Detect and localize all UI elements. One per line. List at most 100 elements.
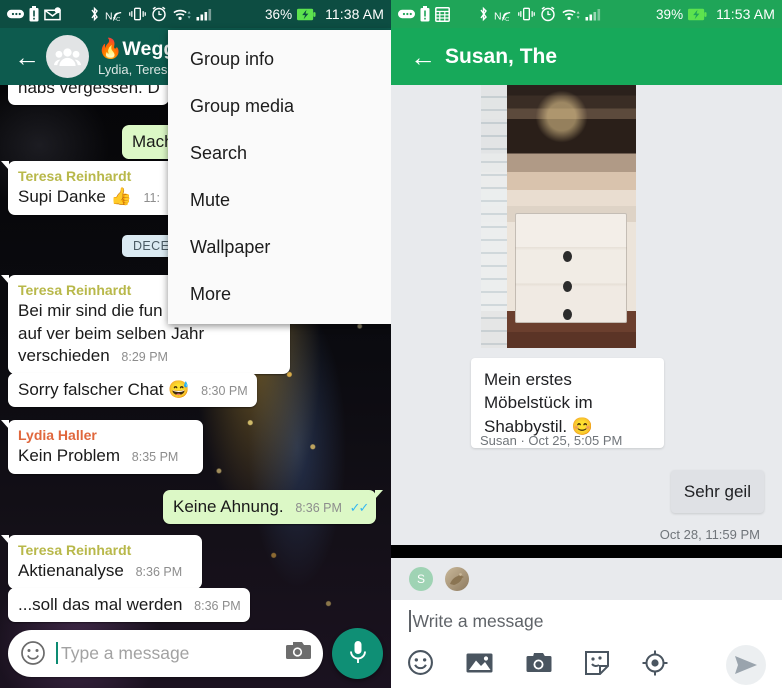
sticker-icon[interactable]	[584, 650, 610, 681]
avatar[interactable]	[445, 567, 469, 591]
battery-percent-right: 39%	[656, 6, 684, 22]
menu-item-search[interactable]: Search	[168, 130, 391, 177]
whatsapp-overflow-menu[interactable]: Group info Group media Search Mute Wallp…	[168, 30, 391, 324]
menu-item-group-info[interactable]: Group info	[168, 36, 391, 83]
message-input[interactable]: Write a message	[413, 611, 544, 632]
message-bubble[interactable]: Lydia Haller Kein Problem 8:35 PM	[1, 420, 203, 474]
whatsapp-panel: N FC 36% 11:38 AM ← 🔥Weggeh Lydia, Teres…	[0, 0, 391, 688]
text-cursor	[409, 610, 411, 632]
shared-photo[interactable]	[481, 85, 636, 348]
mail-icon	[44, 7, 61, 21]
vibrate-icon	[518, 6, 535, 22]
drawer-knob-icon	[563, 309, 572, 320]
message-time: 8:29 PM	[121, 350, 168, 365]
message-time: 8:30 PM	[201, 384, 248, 398]
menu-item-more[interactable]: More	[168, 271, 391, 318]
message-time: 8:36 PM	[135, 565, 183, 580]
message-meta: Susan · Oct 25, 5:05 PM	[480, 433, 623, 448]
conversation-title[interactable]: Susan, The	[445, 45, 557, 69]
nfc-icon: N FC	[494, 7, 513, 22]
battery-alert-icon	[420, 6, 430, 22]
smiley-icon[interactable]	[20, 640, 46, 666]
alarm-icon	[540, 6, 556, 22]
message-text: Mein erstes Möbelstück im Shabbystil. 😊	[484, 370, 594, 436]
message-bubble[interactable]: Keine Ahnung. 8:36 PM ✓✓	[163, 490, 384, 525]
hangouts-compose-bar: Write a message	[391, 600, 782, 688]
nfc-icon: N FC	[105, 7, 124, 22]
clock-right: 11:53 AM	[716, 6, 775, 22]
send-button[interactable]	[726, 645, 766, 685]
camera-icon[interactable]	[284, 640, 311, 666]
status-system-icons: 39% 11:53 AM	[656, 6, 775, 22]
message-bubble[interactable]: ...soll das mal werden 8:36 PM	[8, 588, 250, 623]
status-bar-right: N FC 39% 11:53 AM	[391, 0, 782, 28]
bluetooth-icon	[89, 6, 100, 22]
message-sender: Lydia Haller	[18, 427, 97, 443]
battery-alert-icon	[29, 6, 39, 22]
message-bubble[interactable]: habs vergessen. D	[8, 85, 169, 106]
message-text: Sorry falscher Chat 😅	[18, 380, 190, 399]
message-text: Kein Problem	[18, 446, 121, 466]
camera-icon[interactable]	[525, 651, 552, 680]
message-time: 11:	[143, 191, 160, 206]
message-text: habs vergessen. D	[18, 85, 160, 97]
battery-percent-left: 36%	[265, 6, 293, 22]
read-receipt-icon: ✓✓	[349, 500, 370, 515]
voice-record-button[interactable]	[332, 627, 383, 679]
messages-icon	[398, 7, 415, 21]
svg-text:N: N	[105, 11, 113, 21]
message-time: 8:36 PM	[295, 501, 342, 515]
battery-charging-icon	[688, 7, 707, 22]
message-text: Keine Ahnung.	[173, 497, 284, 516]
photo-icon[interactable]	[466, 651, 493, 680]
message-time: 8:35 PM	[131, 450, 179, 465]
drawer-knob-icon	[563, 281, 572, 292]
dual-screenshot: N FC 36% 11:38 AM ← 🔥Weggeh Lydia, Teres…	[0, 0, 782, 688]
svg-text:FC: FC	[502, 17, 510, 22]
message-text: Sehr geil	[683, 482, 751, 501]
message-bubble[interactable]: Sehr geil	[670, 470, 764, 514]
message-meta: Oct 28, 11:59 PM	[659, 527, 760, 542]
alarm-icon	[151, 6, 167, 22]
message-text: Aktienanalyse	[18, 561, 124, 581]
status-notification-icons: N FC	[398, 6, 602, 22]
wifi-icon	[172, 7, 191, 22]
wifi-icon	[561, 7, 580, 22]
text-cursor	[56, 642, 58, 664]
signal-icon	[585, 7, 602, 22]
bluetooth-icon	[478, 6, 489, 22]
location-icon[interactable]	[642, 650, 668, 681]
message-bubble[interactable]: Sorry falscher Chat 😅 8:30 PM	[8, 373, 257, 408]
clock-left: 11:38 AM	[325, 6, 384, 22]
hangouts-panel: N FC 39% 11:53 AM ← Susan, The Mein erst…	[391, 0, 782, 688]
hangouts-toolbar: ← Susan, The	[391, 28, 782, 85]
back-arrow-icon[interactable]: ←	[401, 44, 445, 70]
status-bar-left: N FC 36% 11:38 AM	[0, 0, 391, 28]
messages-icon	[7, 7, 24, 21]
avatar[interactable]: S	[409, 567, 433, 591]
svg-text:FC: FC	[113, 17, 121, 22]
menu-item-mute[interactable]: Mute	[168, 177, 391, 224]
message-text: ...soll das mal werden	[18, 595, 183, 614]
smiley-icon[interactable]	[407, 649, 434, 681]
status-notification-icons: N FC	[7, 6, 213, 22]
status-system-icons: 36% 11:38 AM	[265, 6, 384, 22]
signal-icon	[196, 7, 213, 22]
menu-item-wallpaper[interactable]: Wallpaper	[168, 224, 391, 271]
battery-charging-icon	[297, 7, 316, 22]
message-input-container[interactable]: Type a message	[8, 629, 323, 677]
compose-icon-row	[391, 642, 782, 688]
message-sender: Teresa Reinhardt	[18, 542, 132, 558]
message-text: Supi Danke 👍	[18, 187, 132, 207]
menu-item-group-media[interactable]: Group media	[168, 83, 391, 130]
svg-text:N: N	[494, 11, 502, 21]
hangouts-conversation: Mein erstes Möbelstück im Shabbystil. 😊 …	[391, 85, 782, 545]
message-time: 8:36 PM	[194, 599, 241, 613]
message-input[interactable]: Type a message	[61, 643, 284, 664]
message-input-container[interactable]: Write a message	[391, 600, 782, 642]
message-bubble[interactable]: Teresa Reinhardt Aktienanalyse 8:36 PM	[1, 535, 202, 589]
vibrate-icon	[129, 6, 146, 22]
group-avatar-icon[interactable]	[46, 35, 89, 78]
calculator-icon	[435, 6, 450, 22]
back-arrow-icon[interactable]: ←	[8, 44, 46, 70]
